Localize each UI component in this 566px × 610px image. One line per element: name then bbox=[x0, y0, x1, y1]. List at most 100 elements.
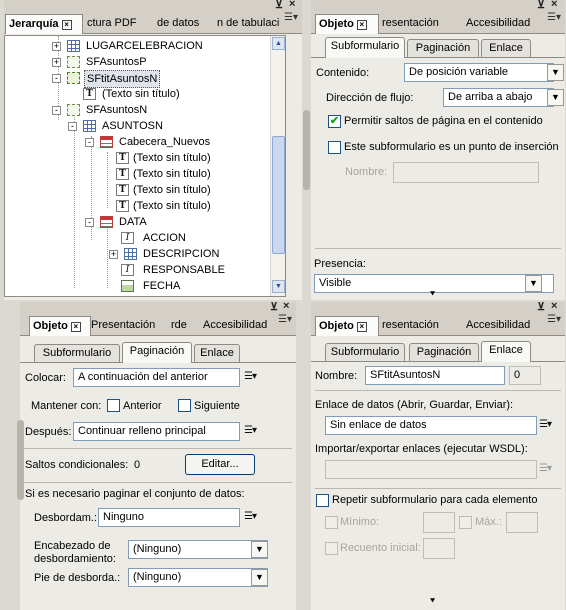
close-tab-icon[interactable]: × bbox=[356, 322, 367, 332]
tab-objeto[interactable]: Objeto × bbox=[315, 14, 379, 34]
tree-item[interactable]: FECHA bbox=[101, 278, 271, 294]
importar-input[interactable] bbox=[325, 460, 537, 479]
subtab-subformulario[interactable]: Subformulario bbox=[34, 344, 120, 362]
expand-icon[interactable]: + bbox=[52, 42, 61, 51]
minimo-input[interactable] bbox=[423, 512, 455, 533]
repetir-checkbox[interactable] bbox=[316, 494, 329, 507]
contenido-select[interactable]: De posición variable bbox=[404, 63, 554, 82]
panel-expand-icon[interactable]: ⯆ bbox=[429, 289, 436, 300]
close-icon[interactable]: × bbox=[283, 302, 289, 312]
nombre-input[interactable]: SFtitAsuntosN bbox=[365, 366, 505, 385]
splitter-grip-icon[interactable] bbox=[17, 420, 24, 500]
scroll-thumb[interactable] bbox=[272, 136, 285, 254]
tab-objeto[interactable]: Objeto × bbox=[29, 316, 91, 336]
colocar-menu-icon[interactable]: ☰▾ bbox=[244, 372, 260, 386]
subtab-paginacion[interactable]: Paginación bbox=[409, 343, 479, 361]
collapse-icon[interactable]: - bbox=[52, 74, 61, 83]
tree-item[interactable]: I ACCION bbox=[101, 230, 271, 246]
tab-accesibilidad[interactable]: Accesibilidad bbox=[200, 316, 280, 336]
collapse-icon[interactable]: - bbox=[68, 122, 77, 131]
encabezado-select[interactable]: (Ninguno) bbox=[128, 540, 268, 559]
tree-item[interactable]: I RESPONSABLE bbox=[101, 262, 271, 278]
despues-menu-icon[interactable]: ☰▾ bbox=[244, 426, 260, 440]
tree-scrollbar[interactable]: ▲ ▼ bbox=[270, 36, 285, 296]
dropdown-arrow-icon[interactable]: ▼ bbox=[547, 89, 564, 106]
scroll-up-icon[interactable]: ▲ bbox=[272, 37, 285, 50]
subtab-paginacion[interactable]: Paginación bbox=[407, 39, 479, 57]
punto-insercion-checkbox[interactable] bbox=[328, 141, 341, 154]
collapse-icon[interactable]: ⊻ bbox=[537, 302, 545, 313]
desbordam-input[interactable]: Ninguno bbox=[98, 508, 240, 527]
nombre-input[interactable] bbox=[393, 162, 539, 183]
collapse-icon[interactable]: - bbox=[52, 106, 61, 115]
tree-item[interactable]: - SFAsuntosN bbox=[52, 102, 272, 118]
tree-item-selected[interactable]: - SFtitAsuntosN bbox=[52, 70, 272, 88]
dropdown-arrow-icon[interactable]: ▼ bbox=[251, 569, 268, 586]
direccion-select[interactable]: De arriba a abajo bbox=[443, 88, 554, 107]
tree-item[interactable]: T (Texto sin título) bbox=[101, 182, 271, 198]
desbordam-menu-icon[interactable]: ☰▾ bbox=[244, 512, 260, 526]
subtab-enlace[interactable]: Enlace bbox=[194, 344, 240, 362]
recuento-input[interactable] bbox=[423, 538, 455, 559]
permitir-saltos-checkbox[interactable]: ✔ bbox=[328, 115, 341, 128]
panel-menu-icon[interactable]: ☰▾ bbox=[547, 315, 561, 332]
panel-menu-icon[interactable]: ☰▾ bbox=[278, 315, 292, 332]
close-tab-icon[interactable]: × bbox=[61, 20, 72, 30]
tree-item[interactable]: - DATA bbox=[85, 214, 275, 230]
panel-expand-icon[interactable]: ⯆ bbox=[429, 596, 436, 607]
tree-item[interactable]: - Cabecera_Nuevos bbox=[85, 134, 275, 150]
splitter-grip-icon[interactable] bbox=[303, 110, 310, 190]
minimo-checkbox[interactable] bbox=[325, 516, 338, 529]
subtab-subformulario[interactable]: Subformulario bbox=[325, 37, 405, 58]
tab-presentacion[interactable]: resentación bbox=[379, 14, 455, 34]
tree-item[interactable]: + SFAsuntosP bbox=[52, 54, 272, 70]
enlace-input[interactable]: Sin enlace de datos bbox=[325, 416, 537, 435]
tab-objeto[interactable]: Objeto × bbox=[315, 316, 379, 336]
tab-lectura-pdf[interactable]: ctura PDF bbox=[84, 14, 146, 34]
tab-jerarquia[interactable]: Jerarquía × bbox=[5, 14, 83, 34]
tab-borde[interactable]: rde bbox=[168, 316, 194, 336]
tab-accesibilidad[interactable]: Accesibilidad bbox=[463, 14, 543, 34]
panel-menu-icon[interactable]: ☰▾ bbox=[284, 13, 298, 30]
tab-presentacion[interactable]: resentación bbox=[379, 316, 455, 336]
subtab-paginacion[interactable]: Paginación bbox=[122, 342, 192, 363]
maximo-input[interactable] bbox=[506, 512, 538, 533]
tree-item[interactable]: T (Texto sin título) bbox=[101, 150, 271, 166]
tab-accesibilidad[interactable]: Accesibilidad bbox=[463, 316, 543, 336]
tree-item[interactable]: + DESCRIPCION bbox=[109, 246, 279, 262]
close-icon[interactable]: × bbox=[551, 0, 557, 10]
tree-item[interactable]: + LUGARCELEBRACION bbox=[52, 38, 272, 54]
dropdown-arrow-icon[interactable]: ▼ bbox=[525, 275, 542, 292]
collapse-icon[interactable]: ⊻ bbox=[270, 302, 278, 313]
collapse-icon[interactable]: - bbox=[85, 218, 94, 227]
tree-item[interactable]: T (Texto sin título) bbox=[101, 198, 271, 214]
editar-button[interactable]: Editar... bbox=[185, 454, 255, 475]
tree-item[interactable]: T (Texto sin título) bbox=[101, 166, 271, 182]
close-icon[interactable]: × bbox=[551, 302, 557, 312]
tab-vinculacion-datos[interactable]: de datos bbox=[154, 14, 212, 34]
despues-input[interactable]: Continuar relleno principal bbox=[73, 422, 240, 441]
collapse-icon[interactable]: ⊻ bbox=[537, 0, 545, 11]
panel-menu-icon[interactable]: ☰▾ bbox=[547, 13, 561, 30]
colocar-input[interactable]: A continuación del anterior bbox=[73, 368, 240, 387]
importar-menu-icon[interactable]: ☰▾ bbox=[539, 464, 555, 478]
tab-presentacion[interactable]: Presentación bbox=[88, 316, 160, 336]
tab-orden-tabulacion[interactable]: n de tabulaci bbox=[214, 14, 284, 34]
tree-item[interactable]: - ASUNTOSN bbox=[68, 118, 268, 134]
recuento-checkbox[interactable] bbox=[325, 542, 338, 555]
subtab-enlace[interactable]: Enlace bbox=[481, 39, 531, 57]
expand-icon[interactable]: + bbox=[109, 250, 118, 259]
subtab-enlace[interactable]: Enlace bbox=[481, 341, 531, 362]
close-icon[interactable]: × bbox=[289, 0, 295, 10]
anterior-checkbox[interactable] bbox=[107, 399, 120, 412]
tree-item[interactable]: T (Texto sin título) bbox=[68, 86, 268, 102]
dropdown-arrow-icon[interactable]: ▼ bbox=[251, 541, 268, 558]
subtab-subformulario[interactable]: Subformulario bbox=[325, 343, 405, 361]
maximo-checkbox[interactable] bbox=[459, 516, 472, 529]
collapse-icon[interactable]: - bbox=[85, 138, 94, 147]
siguiente-checkbox[interactable] bbox=[178, 399, 191, 412]
scroll-down-icon[interactable]: ▼ bbox=[272, 280, 285, 293]
pie-select[interactable]: (Ninguno) bbox=[128, 568, 268, 587]
expand-icon[interactable]: + bbox=[52, 58, 61, 67]
enlace-menu-icon[interactable]: ☰▾ bbox=[539, 420, 555, 434]
